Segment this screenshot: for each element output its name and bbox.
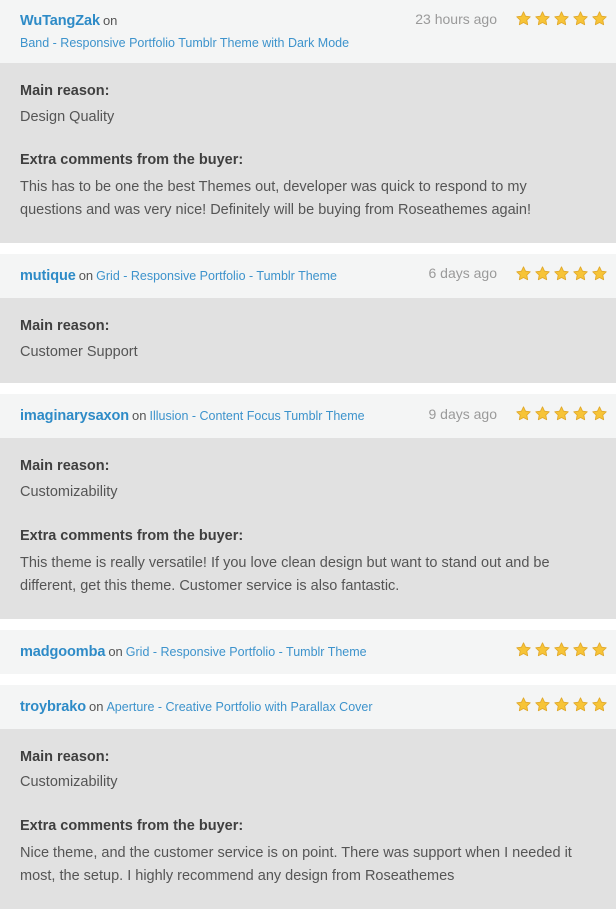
star-icon xyxy=(591,405,608,422)
main-reason-block: Main reason: Customizability xyxy=(20,456,596,504)
review-body: Main reason: Customizability Extra comment… xyxy=(0,729,616,909)
star-icon xyxy=(515,10,532,27)
rating-stars xyxy=(515,696,608,713)
star-icon xyxy=(591,641,608,658)
star-icon xyxy=(553,641,570,658)
star-icon xyxy=(515,696,532,713)
review-meta: 9 days ago xyxy=(429,404,609,422)
extra-comments-block: Extra comments from the buyer: This theme… xyxy=(20,526,596,599)
star-icon xyxy=(572,696,589,713)
review-author-line: WuTangZakon Band - Responsive Portfolio T… xyxy=(20,9,415,53)
review-card: troybrakoonAperture - Creative Portfolio… xyxy=(0,685,616,909)
username-link[interactable]: madgoomba xyxy=(20,644,105,660)
review-meta xyxy=(515,640,608,658)
review-card: madgoombaon Grid - Responsive Portfolio -… xyxy=(0,630,616,674)
star-icon xyxy=(515,405,532,422)
reviews-list: WuTangZakonBand - Responsive Portfolio T… xyxy=(0,0,616,909)
review-timestamp: 6 days ago xyxy=(429,265,498,281)
review-meta xyxy=(515,695,608,713)
extra-comments-text: This theme is really versatile! If you l… xyxy=(20,552,590,599)
review-timestamp: 9 days ago xyxy=(429,406,498,422)
review-author-line: imaginarysaxononIllusion - Content Focus… xyxy=(20,404,429,428)
main-reason-label: Main reason: xyxy=(20,316,596,338)
main-reason-value: Design Quality xyxy=(20,107,596,129)
main-reason-value: Customizability xyxy=(20,772,596,794)
on-label: on xyxy=(132,408,146,423)
star-icon xyxy=(572,641,589,658)
review-header: mutiqueonGrid - Responsive Portfolio - T… xyxy=(0,254,616,298)
star-icon xyxy=(534,10,551,27)
review-header: WuTangZakon Band - Responsive Portfolio T… xyxy=(0,0,616,63)
on-label: on xyxy=(103,13,117,28)
username-link[interactable]: troybrako xyxy=(20,699,86,715)
review-body: Main reason: Customizability Extra comment… xyxy=(0,438,616,618)
extra-comments-label: Extra comments from the buyer: xyxy=(20,816,596,838)
on-label: on xyxy=(79,268,93,283)
extra-comments-label: Extra comments from the buyer: xyxy=(20,526,596,548)
theme-link[interactable]: Grid - Responsive Portfolio - Tumblr The… xyxy=(96,269,337,283)
star-icon xyxy=(591,10,608,27)
on-label: on xyxy=(108,644,122,659)
theme-link[interactable]: Grid - Responsive Portfolio - Tumblr The… xyxy=(126,645,367,659)
review-card: imaginarysaxononIllusion - Content Focus… xyxy=(0,394,616,618)
main-reason-block: Main reason: Design Quality xyxy=(20,81,596,129)
main-reason-label: Main reason: xyxy=(20,456,596,478)
extra-comments-text: Nice theme, and the customer service is … xyxy=(20,842,590,889)
username-link[interactable]: WuTangZak xyxy=(20,13,100,29)
star-icon xyxy=(572,405,589,422)
username-link[interactable]: mutique xyxy=(20,268,76,284)
star-icon xyxy=(515,265,532,282)
review-timestamp: 23 hours ago xyxy=(415,11,497,27)
star-icon xyxy=(572,10,589,27)
extra-comments-label: Extra comments from the buyer: xyxy=(20,150,596,172)
star-icon xyxy=(515,641,532,658)
star-icon xyxy=(553,265,570,282)
review-author-line: mutiqueonGrid - Responsive Portfolio - T… xyxy=(20,264,429,288)
review-body: Main reason: Design Quality Extra comments… xyxy=(0,63,616,243)
theme-link[interactable]: Band - Responsive Portfolio Tumblr Theme… xyxy=(20,34,415,53)
review-header: madgoombaon Grid - Responsive Portfolio -… xyxy=(0,630,616,674)
extra-comments-block: Extra comments from the buyer: Nice theme… xyxy=(20,816,596,889)
main-reason-label: Main reason: xyxy=(20,747,596,769)
rating-stars xyxy=(515,641,608,658)
main-reason-label: Main reason: xyxy=(20,81,596,103)
extra-comments-block: Extra comments from the buyer: This has t… xyxy=(20,150,596,223)
username-link[interactable]: imaginarysaxon xyxy=(20,408,129,424)
theme-link[interactable]: Illusion - Content Focus Tumblr Theme xyxy=(149,409,364,423)
review-header: imaginarysaxononIllusion - Content Focus… xyxy=(0,394,616,438)
review-meta: 23 hours ago xyxy=(415,9,608,27)
star-icon xyxy=(591,696,608,713)
star-icon xyxy=(534,641,551,658)
star-icon xyxy=(534,265,551,282)
review-author-line: madgoombaon Grid - Responsive Portfolio -… xyxy=(20,640,515,664)
rating-stars xyxy=(515,265,608,282)
star-icon xyxy=(591,265,608,282)
star-icon xyxy=(534,696,551,713)
review-meta: 6 days ago xyxy=(429,264,609,282)
star-icon xyxy=(572,265,589,282)
main-reason-value: Customer Support xyxy=(20,342,596,364)
star-icon xyxy=(534,405,551,422)
main-reason-value: Customizability xyxy=(20,482,596,504)
main-reason-block: Main reason: Customizability xyxy=(20,747,596,795)
star-icon xyxy=(553,10,570,27)
rating-stars xyxy=(515,10,608,27)
review-header: troybrakoonAperture - Creative Portfolio… xyxy=(0,685,616,729)
star-icon xyxy=(553,405,570,422)
theme-link[interactable]: Aperture - Creative Portfolio with Paral… xyxy=(106,700,372,714)
extra-comments-text: This has to be one the best Themes out, … xyxy=(20,176,590,223)
rating-stars xyxy=(515,405,608,422)
star-icon xyxy=(553,696,570,713)
review-card: WuTangZakon Band - Responsive Portfolio T… xyxy=(0,0,616,243)
main-reason-block: Main reason: Customer Support xyxy=(20,316,596,364)
review-author-line: troybrakoonAperture - Creative Portfolio… xyxy=(20,695,515,719)
on-label: on xyxy=(89,699,103,714)
review-body: Main reason: Customer Support xyxy=(0,298,616,384)
review-card: mutiqueonGrid - Responsive Portfolio - T… xyxy=(0,254,616,384)
